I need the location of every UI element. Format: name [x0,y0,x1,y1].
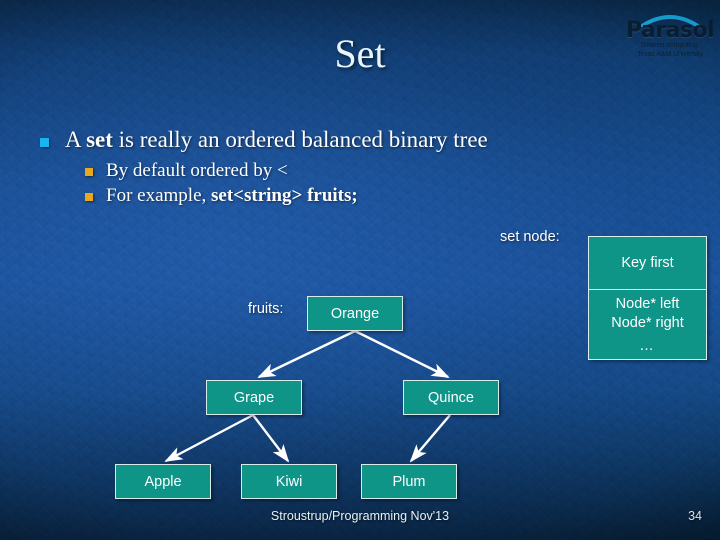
arrow-grape-to-apple [164,413,254,463]
slide-page-number: 34 [688,509,702,523]
binary-tree-diagram: set node: fruits: Key first Node* left N… [0,0,720,540]
tree-node-apple[interactable]: Apple [115,464,211,499]
set-node-struct-box: Key first Node* left Node* right … [588,236,707,360]
set-node-ellipsis: … [639,338,656,355]
set-node-key-field: Key first [589,237,706,290]
tree-node-orange[interactable]: Orange [307,296,403,331]
tree-node-kiwi[interactable]: Kiwi [241,464,337,499]
tree-node-apple-label: Apple [144,473,182,490]
tree-node-kiwi-label: Kiwi [275,473,303,490]
arrow-grape-to-kiwi [252,414,290,463]
tree-node-plum-label: Plum [392,473,426,490]
arrow-quince-to-plum [409,414,451,463]
fruits-label: fruits: [248,301,284,317]
slide-canvas: Parasol Smarter computing. Texas A&M Uni… [0,0,720,540]
set-node-left-field: Node* left [615,296,680,312]
set-node-label: set node: [500,229,560,245]
set-node-pointer-fields: Node* left Node* right … [589,290,706,359]
tree-node-quince-label: Quince [428,389,474,406]
tree-node-orange-label: Orange [330,305,380,322]
tree-node-grape[interactable]: Grape [206,380,302,415]
arrow-orange-to-grape [257,329,356,379]
tree-node-plum[interactable]: Plum [361,464,457,499]
tree-node-quince[interactable]: Quince [403,380,499,415]
tree-node-grape-label: Grape [233,389,275,406]
arrow-orange-to-quince [354,329,450,379]
set-node-right-field: Node* right [611,315,684,332]
slide-footer: Stroustrup/Programming Nov'13 [270,509,450,523]
